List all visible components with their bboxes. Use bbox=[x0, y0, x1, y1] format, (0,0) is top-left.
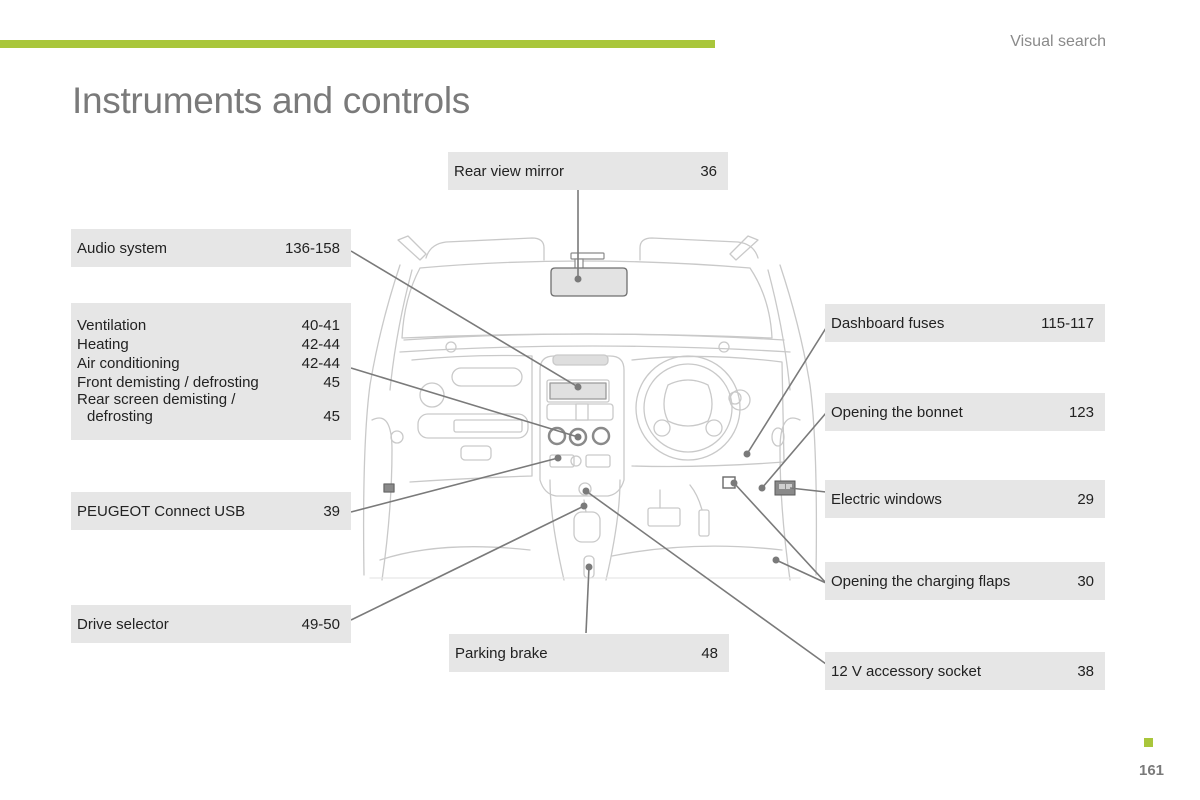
leader-line-usb bbox=[350, 457, 559, 513]
callout-page-ref[interactable]: 115-117 bbox=[1041, 314, 1094, 333]
callout-row-rear-demisting[interactable]: Rear screen demisting / bbox=[77, 392, 340, 408]
callout-audio-system[interactable]: Audio system 136-158 bbox=[71, 229, 351, 267]
callout-label: Parking brake bbox=[455, 644, 548, 662]
callout-label: Front demisting / defrosting bbox=[77, 374, 259, 391]
callout-page-ref[interactable]: 42-44 bbox=[302, 335, 340, 354]
callout-page-ref[interactable]: 45 bbox=[323, 373, 340, 392]
callout-row-rear-demisting-cont[interactable]: defrosting 45 bbox=[77, 408, 340, 425]
callout-page-ref[interactable]: 42-44 bbox=[302, 354, 340, 373]
callout-page-ref[interactable]: 36 bbox=[700, 162, 717, 181]
callout-parking-brake[interactable]: Parking brake 48 bbox=[449, 634, 729, 672]
callout-row-air-conditioning[interactable]: Air conditioning 42-44 bbox=[77, 354, 340, 373]
callout-label: Heating bbox=[77, 336, 129, 353]
callout-label: Air conditioning bbox=[77, 355, 180, 372]
leader-line-drive-selector bbox=[350, 505, 585, 621]
leader-line-charging-flaps-1 bbox=[733, 482, 827, 584]
callout-peugeot-connect-usb[interactable]: PEUGEOT Connect USB 39 bbox=[71, 492, 351, 530]
rear-view-mirror-illustration bbox=[550, 252, 628, 297]
callout-label: Ventilation bbox=[77, 317, 147, 334]
callout-label: Electric windows bbox=[831, 490, 942, 508]
callout-label: Rear view mirror bbox=[454, 162, 565, 180]
callout-label: Drive selector bbox=[77, 615, 169, 633]
callout-label: Audio system bbox=[77, 239, 168, 257]
callout-page-ref[interactable]: 123 bbox=[1069, 403, 1094, 422]
callout-page-ref[interactable]: 38 bbox=[1077, 662, 1094, 681]
callout-row-ventilation[interactable]: Ventilation 40-41 bbox=[77, 316, 340, 335]
callout-dashboard-fuses[interactable]: Dashboard fuses 115-117 bbox=[825, 304, 1105, 342]
callout-electric-windows[interactable]: Electric windows 29 bbox=[825, 480, 1105, 518]
footer-accent-square bbox=[1144, 738, 1153, 747]
callout-page-ref[interactable]: 40-41 bbox=[302, 316, 340, 335]
callout-label: Opening the charging flaps bbox=[831, 572, 1011, 590]
page-number: 161 bbox=[1139, 762, 1165, 779]
callout-label: PEUGEOT Connect USB bbox=[77, 502, 246, 520]
callout-label: 12 V accessory socket bbox=[831, 662, 982, 680]
callout-label: Rear screen demisting / bbox=[77, 391, 236, 408]
callout-12v-accessory-socket[interactable]: 12 V accessory socket 38 bbox=[825, 652, 1105, 690]
callout-label: Opening the bonnet bbox=[831, 403, 963, 421]
leader-line-audio-system bbox=[350, 250, 579, 388]
leader-line-charging-flaps-2 bbox=[775, 559, 827, 584]
leader-line-climate bbox=[350, 367, 579, 438]
callout-page-ref[interactable]: 49-50 bbox=[302, 615, 340, 634]
callout-drive-selector[interactable]: Drive selector 49-50 bbox=[71, 605, 351, 643]
callout-page-ref[interactable]: 48 bbox=[701, 644, 718, 663]
leader-line-parking-brake bbox=[585, 566, 590, 634]
callout-row-front-demisting[interactable]: Front demisting / defrosting 45 bbox=[77, 373, 340, 392]
callout-label: Dashboard fuses bbox=[831, 314, 945, 332]
callout-page-ref[interactable]: 29 bbox=[1077, 490, 1094, 509]
callout-page-ref[interactable]: 30 bbox=[1077, 572, 1094, 591]
callout-page-ref[interactable]: 39 bbox=[323, 502, 340, 521]
callout-opening-bonnet[interactable]: Opening the bonnet 123 bbox=[825, 393, 1105, 431]
callout-rear-view-mirror[interactable]: Rear view mirror 36 bbox=[448, 152, 728, 190]
callout-row-heating[interactable]: Heating 42-44 bbox=[77, 335, 340, 354]
callout-page-ref[interactable]: 136-158 bbox=[285, 239, 340, 258]
callout-climate-controls[interactable]: Ventilation 40-41 Heating 42-44 Air cond… bbox=[71, 303, 351, 440]
callout-page-ref[interactable]: 45 bbox=[323, 408, 340, 425]
callout-charging-flaps[interactable]: Opening the charging flaps 30 bbox=[825, 562, 1105, 600]
callout-label: defrosting bbox=[87, 408, 153, 425]
